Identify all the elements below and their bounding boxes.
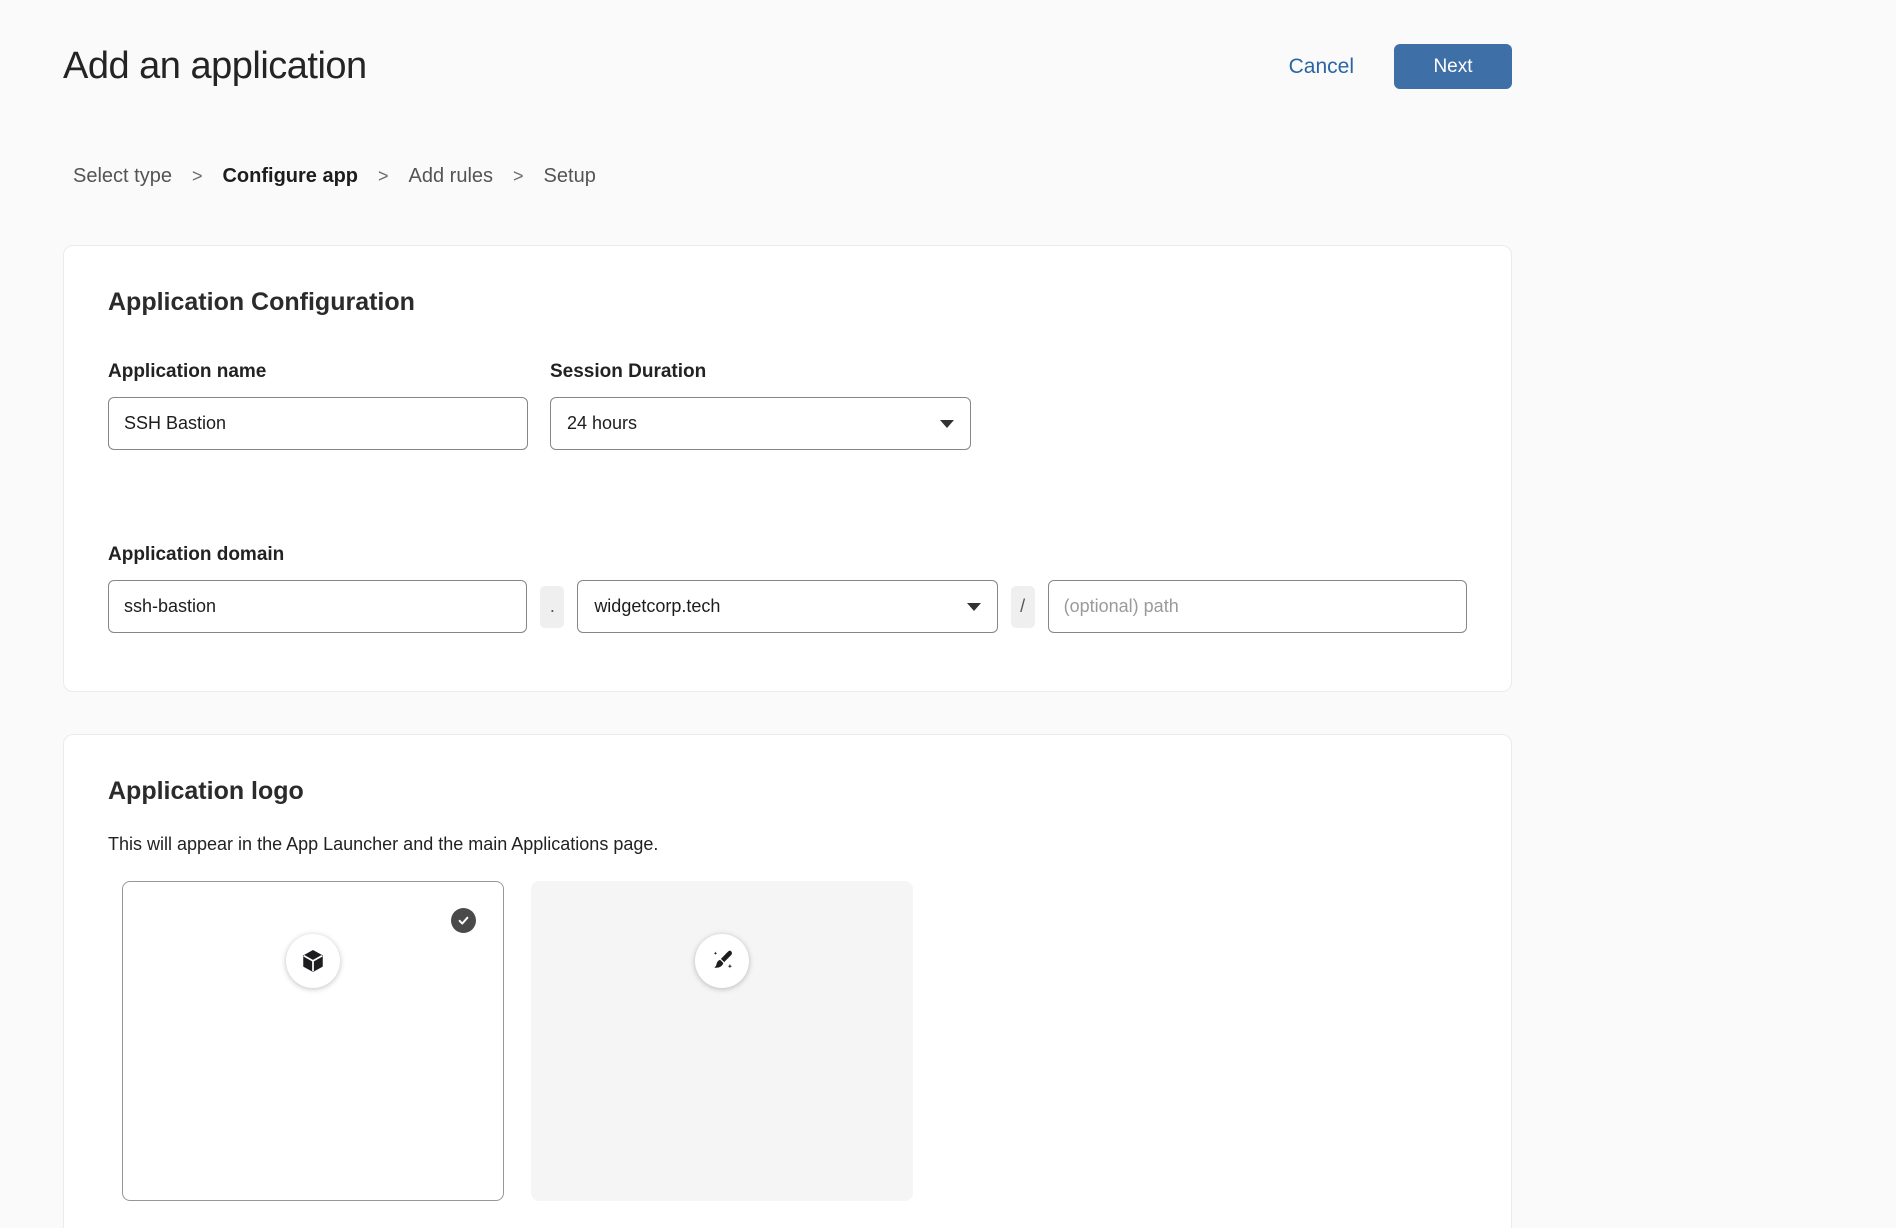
check-icon bbox=[451, 908, 476, 933]
domain-select[interactable]: widgetcorp.tech bbox=[577, 580, 997, 633]
application-domain-label: Application domain bbox=[108, 544, 1467, 566]
chevron-down-icon bbox=[967, 603, 981, 611]
session-duration-select[interactable]: 24 hours bbox=[550, 397, 971, 450]
breadcrumb: Select type > Configure app > Add rules … bbox=[63, 165, 1512, 188]
header-actions: Cancel Next bbox=[1289, 44, 1512, 89]
application-domain-field: Application domain . widgetcorp.tech / bbox=[108, 544, 1467, 633]
application-name-input[interactable] bbox=[108, 397, 528, 450]
application-name-field: Application name bbox=[108, 361, 528, 450]
paintbrush-icon bbox=[695, 934, 749, 988]
chevron-down-icon bbox=[940, 420, 954, 428]
breadcrumb-step-setup[interactable]: Setup bbox=[544, 165, 596, 188]
page-title: Add an application bbox=[63, 45, 367, 88]
application-logo-card: Application logo This will appear in the… bbox=[63, 734, 1512, 1228]
session-duration-value: 24 hours bbox=[567, 413, 637, 434]
application-name-label: Application name bbox=[108, 361, 528, 383]
application-domain-row: . widgetcorp.tech / bbox=[108, 580, 1467, 633]
application-logo-description: This will appear in the App Launcher and… bbox=[108, 834, 1467, 855]
subdomain-input[interactable] bbox=[108, 580, 527, 633]
path-input[interactable] bbox=[1048, 580, 1467, 633]
breadcrumb-step-select-type[interactable]: Select type bbox=[73, 165, 172, 188]
default-logo-tile[interactable] bbox=[122, 881, 504, 1201]
next-button[interactable]: Next bbox=[1394, 44, 1512, 89]
name-duration-row: Application name Session Duration 24 hou… bbox=[108, 361, 1467, 450]
breadcrumb-step-add-rules[interactable]: Add rules bbox=[409, 165, 494, 188]
breadcrumb-step-configure-app[interactable]: Configure app bbox=[222, 165, 358, 188]
session-duration-field: Session Duration 24 hours bbox=[550, 361, 971, 450]
application-configuration-card: Application Configuration Application na… bbox=[63, 245, 1512, 692]
page-content: Add an application Cancel Next Select ty… bbox=[63, 44, 1512, 1228]
domain-dot-separator: . bbox=[540, 586, 564, 628]
breadcrumb-separator: > bbox=[192, 166, 203, 187]
logo-tiles bbox=[122, 881, 1467, 1201]
cube-icon bbox=[286, 934, 340, 988]
breadcrumb-separator: > bbox=[513, 166, 524, 187]
page-header: Add an application Cancel Next bbox=[63, 44, 1512, 89]
application-logo-title: Application logo bbox=[108, 777, 1467, 806]
domain-select-value: widgetcorp.tech bbox=[594, 596, 720, 617]
session-duration-label: Session Duration bbox=[550, 361, 971, 383]
breadcrumb-separator: > bbox=[378, 166, 389, 187]
application-configuration-title: Application Configuration bbox=[108, 288, 1467, 317]
custom-logo-tile[interactable] bbox=[531, 881, 913, 1201]
cancel-button[interactable]: Cancel bbox=[1289, 55, 1354, 79]
domain-slash-separator: / bbox=[1011, 586, 1035, 628]
